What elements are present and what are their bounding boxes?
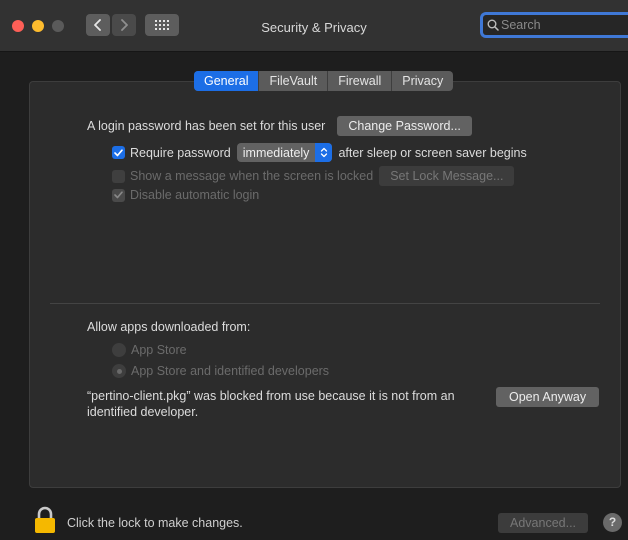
require-password-checkbox[interactable] — [112, 146, 125, 159]
tab-firewall[interactable]: Firewall — [328, 71, 393, 91]
app-store-radio[interactable] — [112, 343, 126, 357]
disable-auto-login-row: Disable automatic login — [112, 188, 259, 202]
require-password-label: Require password — [130, 145, 231, 160]
search-input[interactable] — [501, 18, 621, 32]
show-message-label: Show a message when the screen is locked — [130, 169, 374, 183]
tab-bar: General FileVault Firewall Privacy — [194, 71, 454, 91]
checkmark-icon — [114, 191, 123, 199]
blocked-app-message: “pertino-client.pkg” was blocked from us… — [87, 389, 455, 419]
allow-apps-heading: Allow apps downloaded from: — [87, 320, 251, 334]
require-password-row: Require password immediately after sleep… — [112, 143, 527, 162]
updown-chevron-icon — [320, 147, 328, 158]
set-lock-message-button[interactable]: Set Lock Message... — [379, 166, 515, 186]
require-password-popup[interactable]: immediately — [236, 143, 333, 162]
checkmark-icon — [114, 148, 123, 156]
show-message-row: Show a message when the screen is locked… — [112, 166, 515, 186]
advanced-button[interactable]: Advanced... — [498, 513, 589, 533]
disable-auto-login-label: Disable automatic login — [130, 188, 260, 202]
change-password-button[interactable]: Change Password... — [337, 116, 472, 136]
lock-text: Click the lock to make changes. — [67, 516, 243, 530]
show-message-checkbox[interactable] — [112, 169, 125, 183]
identified-developers-radio-label: App Store and identified developers — [131, 364, 330, 378]
tab-filevault[interactable]: FileVault — [259, 71, 329, 91]
search-field[interactable] — [480, 12, 628, 38]
lock-icon — [35, 506, 55, 533]
radio-row-app-store: App Store — [112, 343, 187, 357]
lock-button[interactable] — [34, 506, 56, 537]
login-password-row: A login password has been set for this u… — [87, 116, 472, 136]
require-password-suffix: after sleep or screen saver begins — [338, 145, 527, 160]
open-anyway-button[interactable]: Open Anyway — [496, 387, 600, 407]
require-password-value: immediately — [242, 145, 310, 160]
tab-general[interactable]: General — [194, 71, 260, 91]
section-divider — [50, 303, 600, 304]
disable-auto-login-checkbox[interactable] — [112, 188, 125, 202]
search-icon — [487, 19, 499, 31]
app-store-radio-label: App Store — [131, 343, 187, 357]
title-bar: Security & Privacy — [0, 0, 628, 52]
identified-developers-radio[interactable] — [112, 364, 126, 378]
tab-privacy[interactable]: Privacy — [392, 71, 453, 91]
radio-row-identified-developers: App Store and identified developers — [112, 364, 329, 378]
help-button[interactable]: ? — [603, 513, 622, 532]
login-password-text: A login password has been set for this u… — [87, 119, 326, 133]
allow-apps-heading-row: Allow apps downloaded from: — [87, 320, 250, 334]
